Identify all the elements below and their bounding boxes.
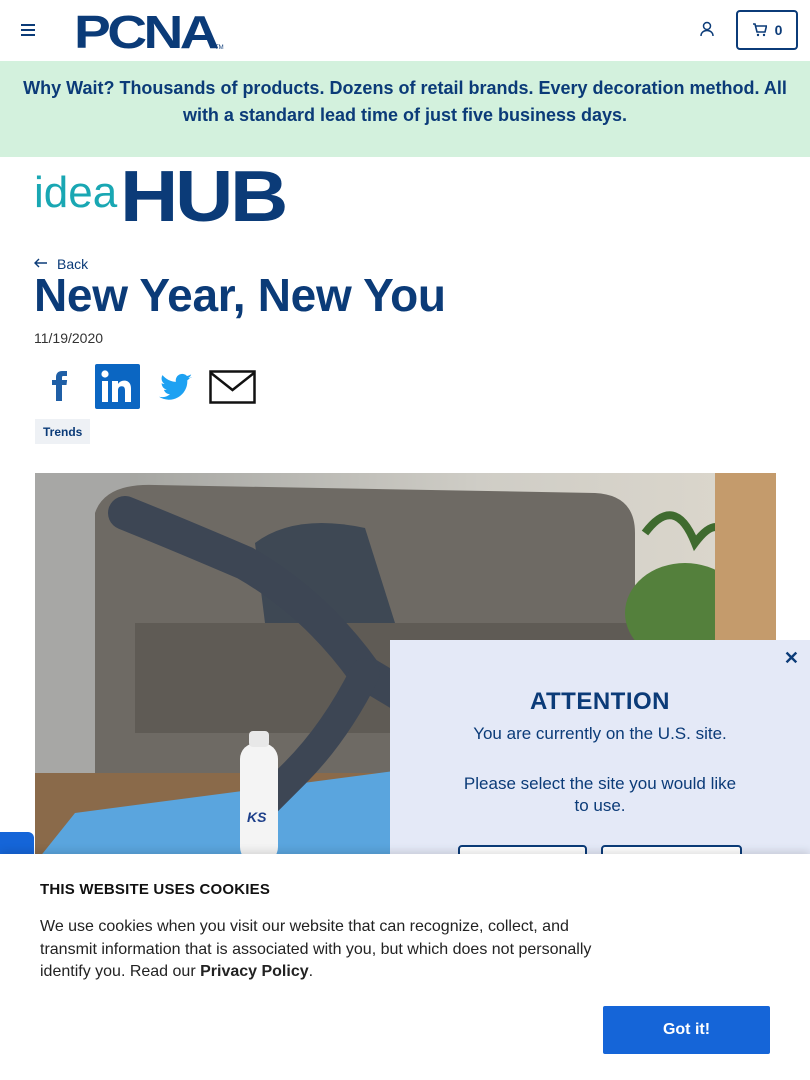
- popup-message: You are currently on the U.S. site.: [473, 724, 727, 743]
- cart-icon: [752, 23, 767, 37]
- twitter-icon[interactable]: [152, 364, 197, 409]
- cart-count: 0: [774, 22, 783, 38]
- linkedin-icon[interactable]: [95, 364, 140, 409]
- email-icon[interactable]: [209, 369, 256, 404]
- accept-cookies-button[interactable]: Got it!: [603, 1006, 770, 1054]
- ideahub-logo: idea HUB: [34, 157, 288, 237]
- facebook-icon[interactable]: [38, 364, 83, 409]
- svg-text:HUB: HUB: [120, 164, 285, 224]
- pcna-logo[interactable]: PCNA TM: [74, 6, 224, 58]
- svg-text:KS: KS: [247, 809, 267, 825]
- close-icon[interactable]: ✕: [784, 648, 799, 669]
- site-selector-popup: ✕ ATTENTION You are currently on the U.S…: [390, 640, 810, 875]
- svg-text:idea: idea: [34, 168, 118, 217]
- menu-icon[interactable]: [21, 24, 35, 36]
- account-icon[interactable]: [699, 21, 715, 42]
- arrow-left-icon: [34, 258, 47, 267]
- cookie-heading: THIS WEBSITE USES COOKIES: [40, 881, 271, 898]
- site-header: PCNA TM 0: [0, 0, 810, 61]
- svg-text:PCNA: PCNA: [74, 8, 218, 52]
- article-date: 11/19/2020: [34, 330, 104, 346]
- privacy-policy-link[interactable]: Privacy Policy: [200, 963, 309, 980]
- cart-button[interactable]: 0: [736, 10, 798, 50]
- cookie-banner: THIS WEBSITE USES COOKIES We use cookies…: [0, 854, 810, 1080]
- popup-prompt: Please select the site you would like to…: [463, 774, 737, 815]
- article-title: New Year, New You: [34, 269, 446, 321]
- cookie-text: We use cookies when you visit our websit…: [40, 918, 592, 980]
- tag-trends[interactable]: Trends: [35, 419, 91, 444]
- svg-text:TM: TM: [215, 45, 224, 51]
- share-bar: [38, 364, 256, 409]
- promo-banner: Why Wait? Thousands of products. Dozens …: [0, 61, 810, 157]
- popup-heading: ATTENTION: [529, 688, 671, 715]
